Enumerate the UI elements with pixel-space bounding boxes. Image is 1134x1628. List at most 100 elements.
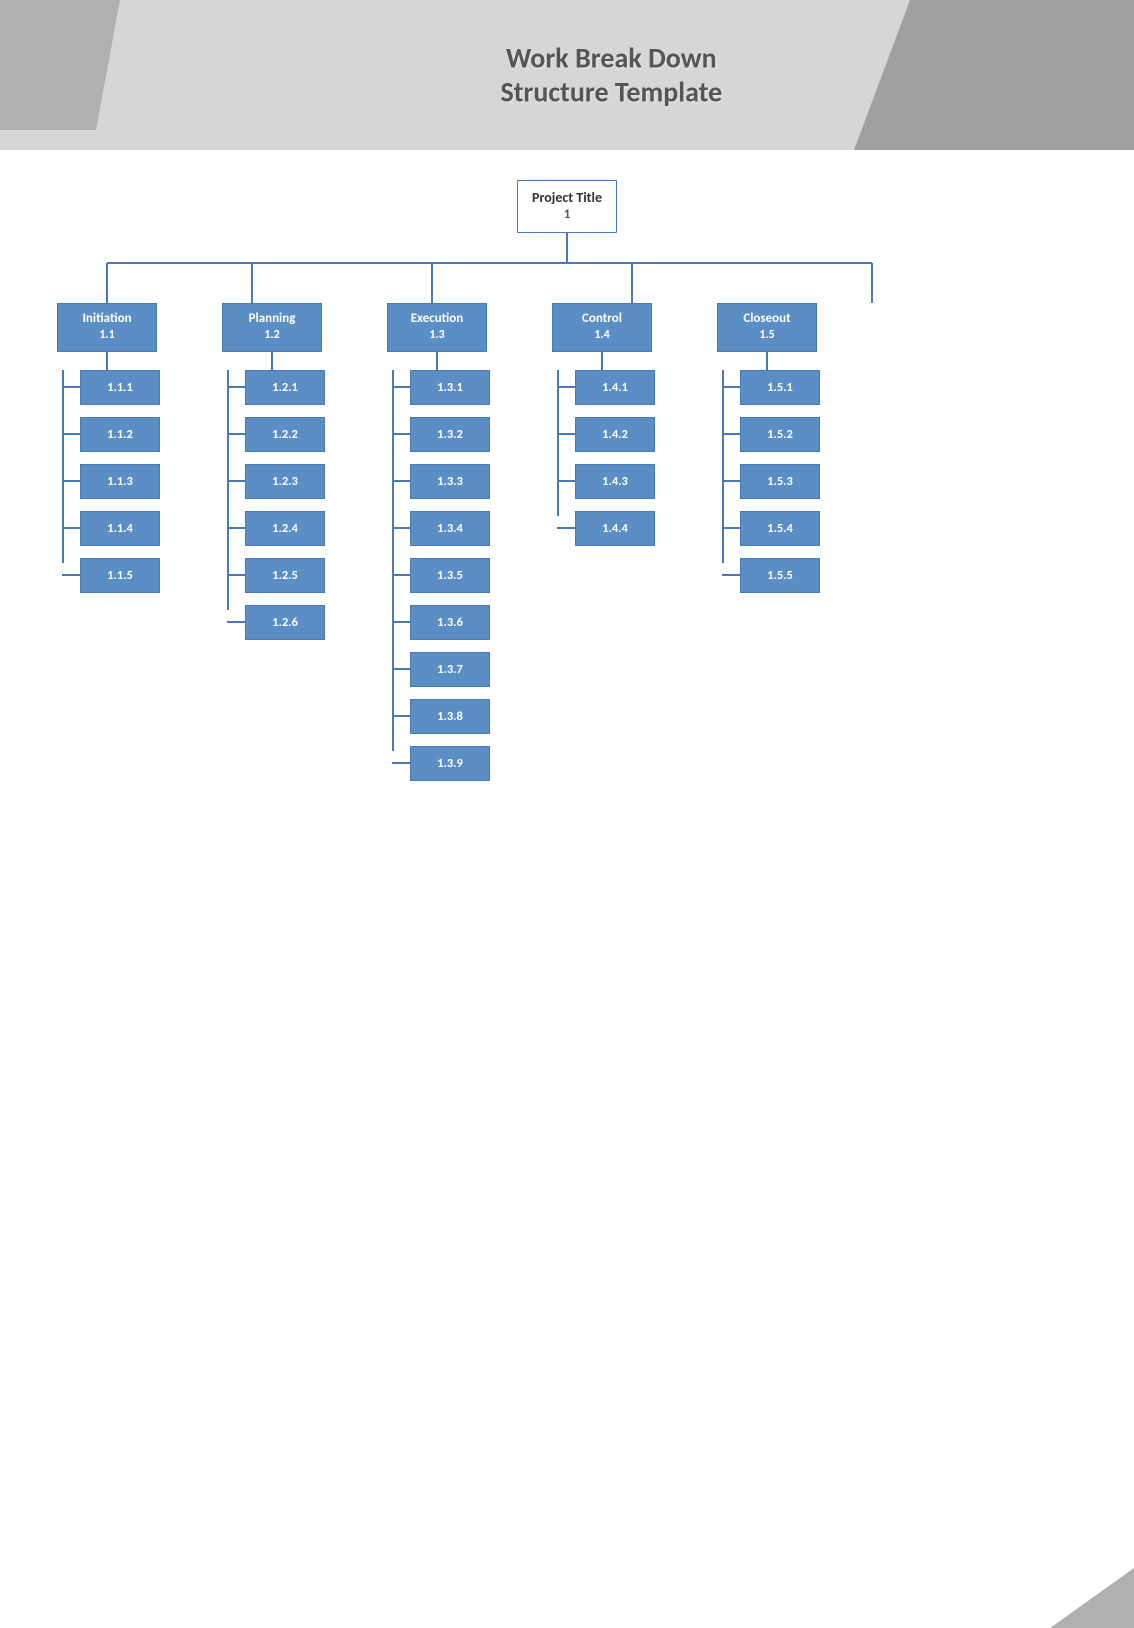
leaf-1-5-2: 1.5.2 — [740, 417, 820, 452]
root-v-connector — [566, 233, 568, 263]
leaf-1-2-5: 1.2.5 — [245, 558, 325, 593]
col-control: Control 1.4 1.4.1 1.4.2 — [537, 303, 667, 545]
leaf-item: 1.5.3 — [722, 464, 820, 499]
leaf-item: 1.3.6 — [392, 605, 490, 640]
leaf-1-2-6: 1.2.6 — [245, 605, 325, 640]
leaf-h-connector — [62, 386, 80, 388]
leaf-1-2-1: 1.2.1 — [245, 370, 325, 405]
leaf-1-3-1: 1.3.1 — [410, 370, 490, 405]
leaf-item: 1.1.3 — [62, 464, 160, 499]
leaf-1-5-1: 1.5.1 — [740, 370, 820, 405]
leaf-item: 1.1.5 — [62, 558, 160, 593]
leaf-item: 1.5.2 — [722, 417, 820, 452]
leaf-item: 1.1.2 — [62, 417, 160, 452]
leaf-1-5-3: 1.5.3 — [740, 464, 820, 499]
execution-v-conn — [436, 352, 438, 370]
leaf-item: 1.4.1 — [557, 370, 655, 405]
leaf-item: 1.5.4 — [722, 511, 820, 546]
leaf-item: 1.2.1 — [227, 370, 325, 405]
leaf-1-3-5: 1.3.5 — [410, 558, 490, 593]
leaf-item: 1.3.9 — [392, 746, 490, 781]
leaf-1-2-2: 1.2.2 — [245, 417, 325, 452]
node-control: Control 1.4 — [552, 303, 652, 351]
planning-leaves: 1.2.1 1.2.2 1.2.3 1.2.4 — [207, 370, 337, 640]
leaf-1-3-8: 1.3.8 — [410, 699, 490, 734]
leaf-item: 1.2.4 — [227, 511, 325, 546]
leaf-1-3-9: 1.3.9 — [410, 746, 490, 781]
control-v-conn — [601, 352, 603, 370]
leaf-h-connector — [62, 527, 80, 529]
leaf-item: 1.2.5 — [227, 558, 325, 593]
execution-leaves: 1.3.1 1.3.2 1.3.3 1.3.4 — [372, 370, 502, 781]
leaf-item: 1.1.1 — [62, 370, 160, 405]
initiation-branch-line — [62, 370, 64, 563]
initiation-leaves: 1.1.1 1.1.2 1.1.3 1.1.4 — [42, 370, 172, 593]
execution-branch-line — [392, 370, 394, 751]
wbs-container: Project Title 1 Initiation 1.1 — [0, 150, 1134, 821]
leaf-h-connector — [62, 480, 80, 482]
node-closeout: Closeout 1.5 — [717, 303, 817, 351]
leaf-item: 1.5.1 — [722, 370, 820, 405]
leaf-1-4-4: 1.4.4 — [575, 511, 655, 546]
header-title-block: Work Break Down Structure Template — [500, 41, 722, 108]
leaf-1-3-6: 1.3.6 — [410, 605, 490, 640]
leaf-h-connector — [62, 433, 80, 435]
col-planning: Planning 1.2 1.2.1 1.2.2 — [207, 303, 337, 639]
col-initiation: Initiation 1.1 1.1.1 1.1.2 — [42, 303, 172, 592]
leaf-1-3-3: 1.3.3 — [410, 464, 490, 499]
header-shape-left — [0, 0, 120, 130]
planning-branch-line — [227, 370, 229, 610]
root-section: Project Title 1 — [517, 180, 617, 263]
closeout-leaves: 1.5.1 1.5.2 1.5.3 1.5.4 — [702, 370, 832, 593]
leaf-item: 1.3.1 — [392, 370, 490, 405]
leaf-1-1-1: 1.1.1 — [80, 370, 160, 405]
node-planning: Planning 1.2 — [222, 303, 322, 351]
leaf-item: 1.3.7 — [392, 652, 490, 687]
leaf-1-3-4: 1.3.4 — [410, 511, 490, 546]
leaf-1-1-5: 1.1.5 — [80, 558, 160, 593]
leaf-item: 1.1.4 — [62, 511, 160, 546]
col-closeout: Closeout 1.5 1.5.1 1.5.2 — [702, 303, 832, 592]
leaf-1-1-4: 1.1.4 — [80, 511, 160, 546]
leaf-1-4-3: 1.4.3 — [575, 464, 655, 499]
leaf-item: 1.4.2 — [557, 417, 655, 452]
initiation-v-conn — [106, 352, 108, 370]
root-node: Project Title 1 — [517, 180, 617, 233]
footer-shape — [1014, 1568, 1134, 1628]
columns-container: Initiation 1.1 1.1.1 1.1.2 — [42, 303, 1092, 780]
closeout-branch-line — [722, 370, 724, 563]
header-banner: Work Break Down Structure Template — [0, 0, 1134, 150]
node-execution: Execution 1.3 — [387, 303, 487, 351]
header-shape-right — [854, 0, 1134, 150]
leaf-item: 1.4.4 — [557, 511, 655, 546]
leaf-1-2-3: 1.2.3 — [245, 464, 325, 499]
leaf-1-5-4: 1.5.4 — [740, 511, 820, 546]
top-connectors-svg — [42, 263, 1092, 303]
leaf-1-1-2: 1.1.2 — [80, 417, 160, 452]
node-initiation: Initiation 1.1 — [57, 303, 157, 351]
leaf-item: 1.3.2 — [392, 417, 490, 452]
header-title: Work Break Down Structure Template — [500, 41, 722, 108]
leaf-item: 1.3.4 — [392, 511, 490, 546]
leaf-1-2-4: 1.2.4 — [245, 511, 325, 546]
col-execution: Execution 1.3 1.3.1 1.3.2 — [372, 303, 502, 780]
leaf-1-1-3: 1.1.3 — [80, 464, 160, 499]
leaf-1-3-7: 1.3.7 — [410, 652, 490, 687]
leaf-1-3-2: 1.3.2 — [410, 417, 490, 452]
planning-v-conn — [271, 352, 273, 370]
leaf-item: 1.3.8 — [392, 699, 490, 734]
main-diagram: Initiation 1.1 1.1.1 1.1.2 — [42, 263, 1092, 780]
control-branch-line — [557, 370, 559, 516]
leaf-item: 1.2.2 — [227, 417, 325, 452]
leaf-item: 1.3.3 — [392, 464, 490, 499]
leaf-item: 1.5.5 — [722, 558, 820, 593]
control-leaves: 1.4.1 1.4.2 1.4.3 1.4.4 — [537, 370, 667, 546]
leaf-h-connector — [62, 574, 80, 576]
leaf-item: 1.2.3 — [227, 464, 325, 499]
leaf-item: 1.2.6 — [227, 605, 325, 640]
leaf-1-4-1: 1.4.1 — [575, 370, 655, 405]
leaf-1-5-5: 1.5.5 — [740, 558, 820, 593]
leaf-1-4-2: 1.4.2 — [575, 417, 655, 452]
leaf-item: 1.3.5 — [392, 558, 490, 593]
leaf-item: 1.4.3 — [557, 464, 655, 499]
